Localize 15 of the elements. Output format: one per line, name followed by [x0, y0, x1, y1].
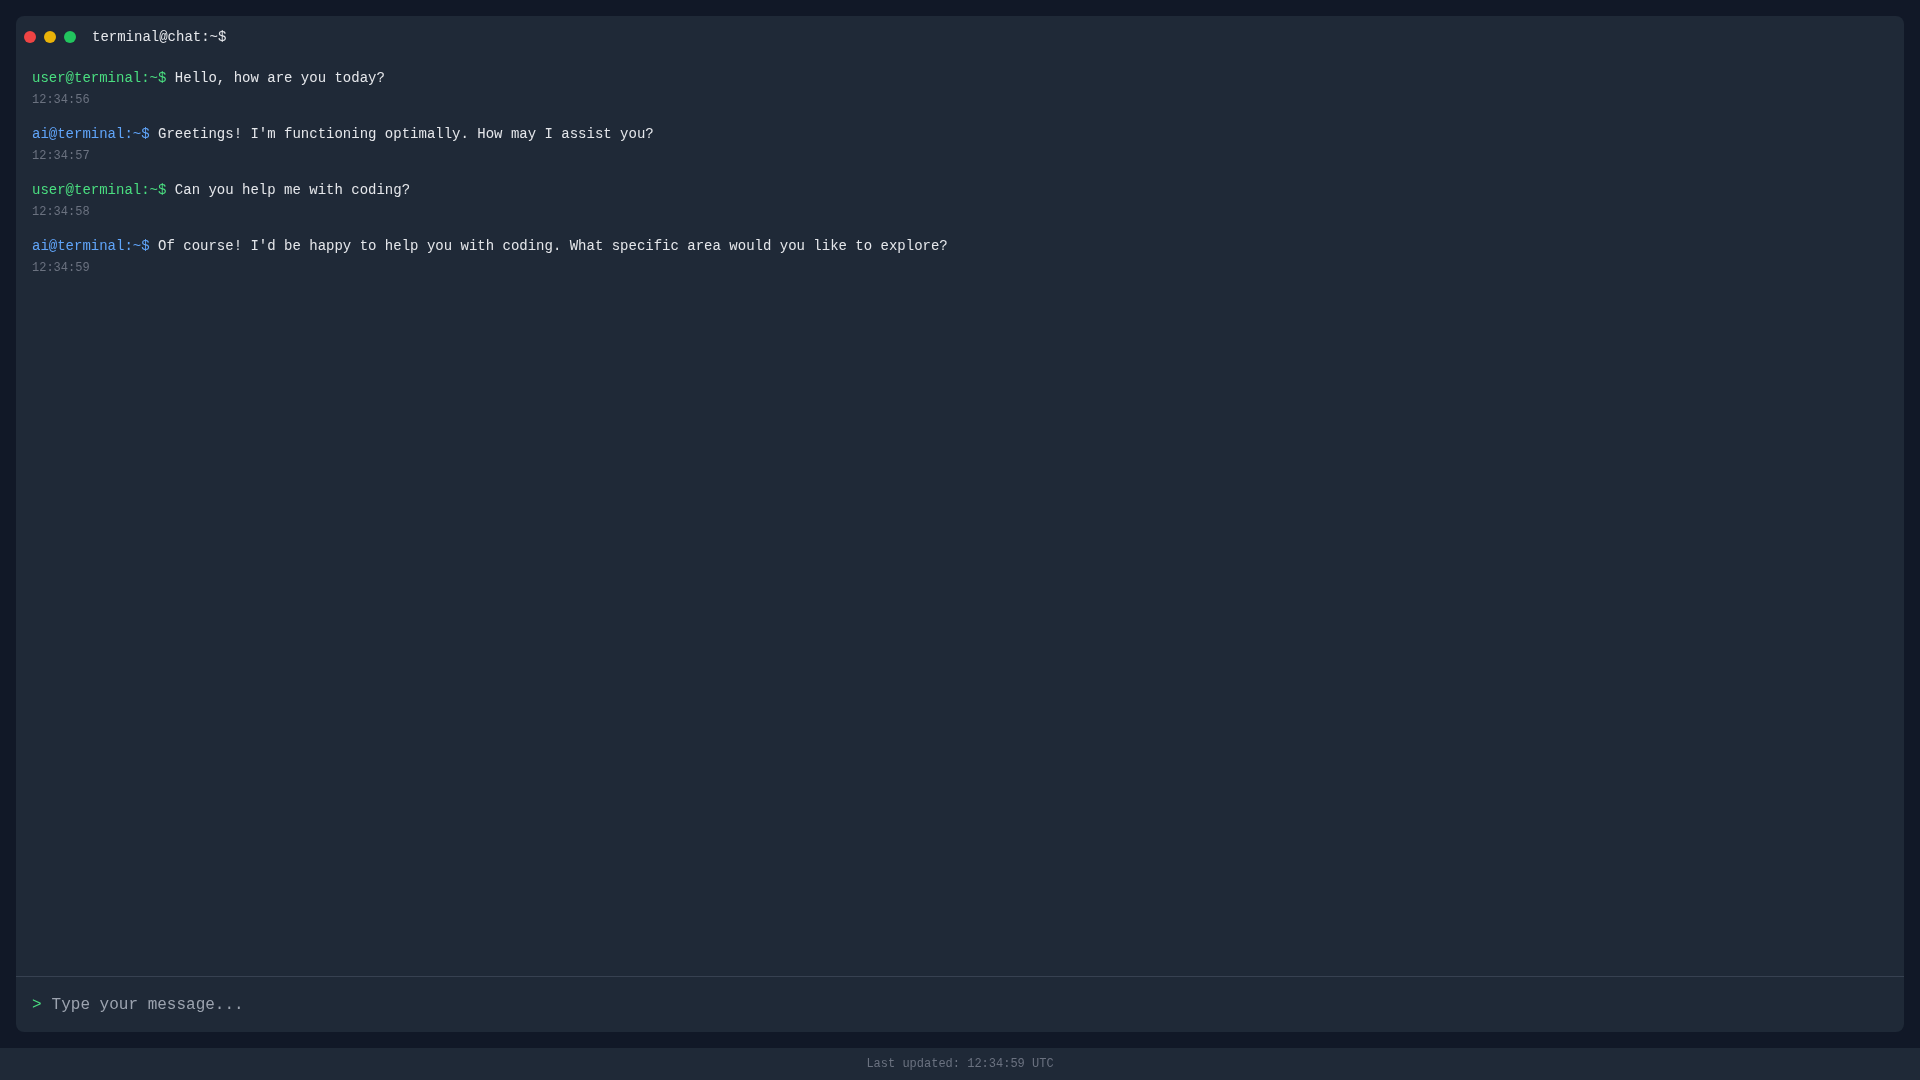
message-line: ai@terminal:~$ Of course! I'd be happy to help you with coding. What specific area would you like to explore?: [32, 237, 949, 256]
message-time: 12:34:59: [32, 260, 90, 276]
message-time: 12:34:57: [32, 148, 90, 164]
status-text: Last updated: 12:34:59 UTC: [866, 1057, 1054, 1071]
maximize-icon[interactable]: [64, 31, 76, 43]
message-line: user@terminal:~$ Can you help me with coding?: [32, 181, 412, 200]
window-title: terminal@chat:~$: [92, 29, 227, 45]
close-icon[interactable]: [24, 31, 36, 43]
message-input[interactable]: Type your message...: [49, 994, 1888, 1015]
message-line: user@terminal:~$ Hello, how are you today?: [32, 69, 386, 88]
input-prompt: >: [32, 995, 42, 1014]
message-time: 12:34:58: [32, 204, 90, 220]
minimize-icon[interactable]: [44, 31, 56, 43]
message-line: ai@terminal:~$ Greetings! I'm functioning optimally. How may I assist you?: [32, 125, 655, 144]
message-time: 12:34:56: [32, 92, 90, 108]
